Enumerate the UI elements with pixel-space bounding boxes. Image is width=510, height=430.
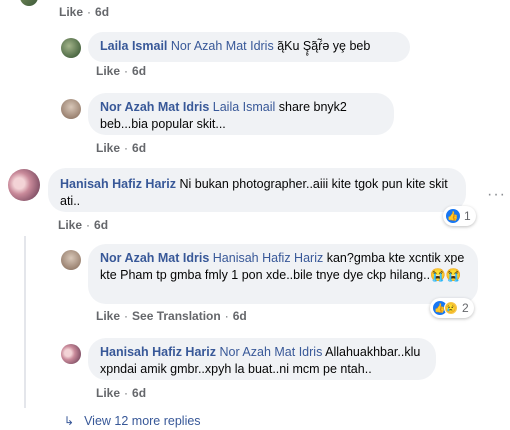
timestamp: 6d: [94, 218, 109, 232]
like-button[interactable]: Like: [96, 309, 120, 323]
reply-bubble: Nor Azah Mat Idris Laila Ismail share bn…: [88, 93, 394, 135]
comment-meta: Like · 6d: [96, 386, 147, 400]
comment-meta: Like · 6d: [96, 64, 147, 78]
comment-meta: Like · See Translation · 6d: [96, 309, 247, 323]
comment-author[interactable]: Nor Azah Mat Idris: [100, 100, 209, 114]
reaction-count: 1: [464, 209, 471, 223]
like-reaction-icon: 👍: [446, 209, 460, 223]
reply-arrow-icon: ↳: [64, 414, 75, 428]
like-button[interactable]: Like: [96, 64, 120, 78]
timestamp: 6d: [132, 64, 147, 78]
avatar[interactable]: [8, 169, 40, 201]
avatar[interactable]: [61, 250, 81, 270]
like-button[interactable]: Like: [58, 218, 82, 232]
comment-author[interactable]: Hanisah Hafiz Hariz: [100, 345, 216, 359]
timestamp: 6d: [132, 141, 147, 155]
reaction-summary[interactable]: 👍 1: [443, 206, 476, 226]
view-more-label: View 12 more replies: [84, 414, 201, 428]
timestamp: 6d: [132, 386, 147, 400]
comment-bubble: Hanisah Hafiz Hariz Ni bukan photographe…: [48, 168, 466, 212]
avatar[interactable]: [61, 99, 81, 119]
reply-bubble: Nor Azah Mat Idris Hanisah Hafiz Hariz k…: [88, 244, 478, 304]
top-meta: Like · 6d: [59, 5, 110, 19]
reaction-count: 2: [462, 301, 469, 315]
comment-meta: Like · 6d: [96, 141, 147, 155]
comment-mention[interactable]: Hanisah Hafiz Hariz: [213, 251, 323, 265]
timestamp: 6d: [232, 309, 247, 323]
reply-bubble: Laila Ismail Nor Azah Mat Idris ą̃Ku Ş̥ą…: [88, 32, 410, 62]
sad-reaction-icon: 😢: [444, 301, 458, 315]
like-button[interactable]: Like: [96, 386, 120, 400]
comment-text: ą̃Ku Ş̥ą̃ŕ̃ə yȩ beb: [277, 39, 371, 53]
view-more-replies-link[interactable]: ↳ View 12 more replies: [64, 414, 201, 428]
like-button[interactable]: Like: [96, 141, 120, 155]
avatar[interactable]: [20, 0, 38, 6]
comment-mention[interactable]: Nor Azah Mat Idris: [220, 345, 323, 359]
comment-mention[interactable]: Laila Ismail: [213, 100, 276, 114]
like-button[interactable]: Like: [59, 5, 83, 19]
timestamp: 6d: [95, 5, 110, 19]
reply-bubble: Hanisah Hafiz Hariz Nor Azah Mat Idris A…: [88, 338, 436, 380]
comment-meta: Like · 6d: [58, 218, 109, 232]
avatar[interactable]: [61, 38, 81, 58]
reaction-summary[interactable]: 👍 😢 2: [430, 298, 474, 318]
comment-author[interactable]: Nor Azah Mat Idris: [100, 251, 209, 265]
thread-line: [24, 236, 26, 408]
more-options-icon[interactable]: ···: [487, 186, 506, 204]
avatar[interactable]: [61, 344, 81, 364]
comment-author[interactable]: Laila Ismail: [100, 39, 167, 53]
see-translation-link[interactable]: See Translation: [132, 309, 221, 323]
comment-mention[interactable]: Nor Azah Mat Idris: [171, 39, 274, 53]
comment-author[interactable]: Hanisah Hafiz Hariz: [60, 177, 176, 191]
